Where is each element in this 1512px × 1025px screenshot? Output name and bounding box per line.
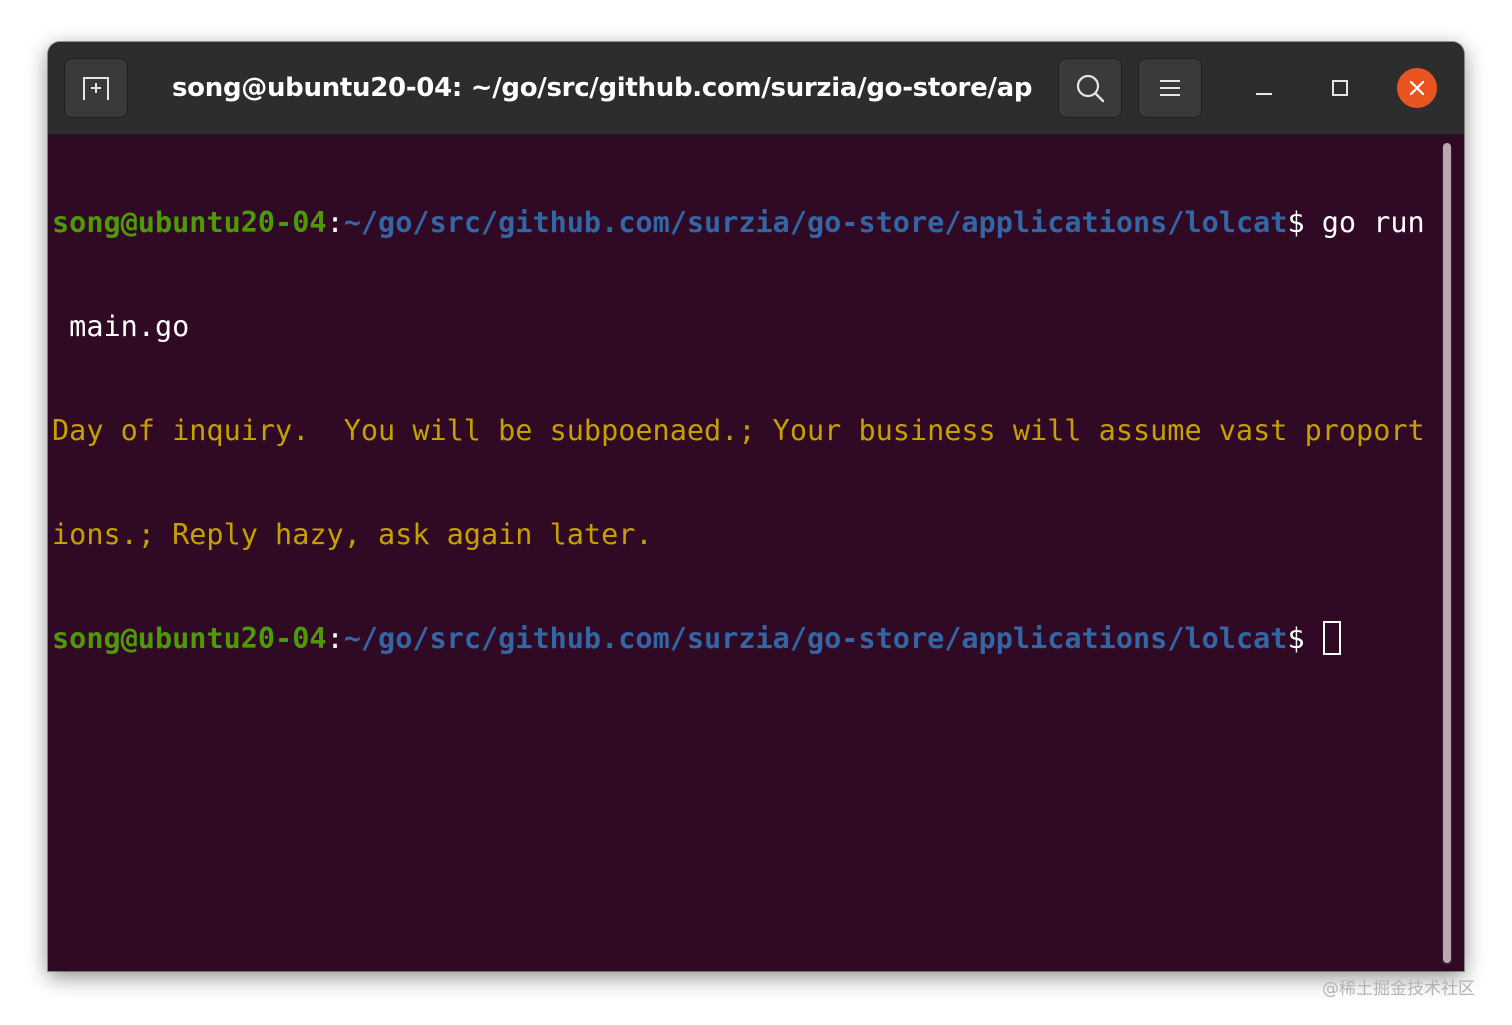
prompt-line: song@ubuntu20-04:~/go/src/github.com/sur…	[52, 621, 1442, 656]
output-line: Day of inquiry. You will be subpoenaed.;…	[52, 413, 1425, 447]
new-tab-button[interactable]	[64, 58, 128, 118]
search-button[interactable]	[1058, 58, 1122, 118]
window-title: song@ubuntu20-04: ~/go/src/github.com/su…	[172, 73, 1032, 103]
new-tab-icon	[83, 77, 109, 100]
close-icon	[1409, 80, 1425, 96]
prompt-line: song@ubuntu20-04:~/go/src/github.com/sur…	[52, 206, 1442, 241]
output-line: ions.; Reply hazy, ask again later.	[52, 517, 653, 551]
menu-button[interactable]	[1138, 58, 1202, 118]
command-text: go run	[1304, 206, 1425, 240]
minimize-button[interactable]	[1244, 68, 1284, 108]
text-cursor	[1322, 621, 1341, 656]
close-button[interactable]	[1397, 68, 1437, 108]
terminal-area[interactable]: song@ubuntu20-04:~/go/src/github.com/sur…	[48, 135, 1464, 971]
title-bar: song@ubuntu20-04: ~/go/src/github.com/su…	[48, 42, 1464, 135]
prompt-user: song@ubuntu20-04	[52, 622, 327, 656]
terminal-window: song@ubuntu20-04: ~/go/src/github.com/su…	[48, 42, 1464, 971]
watermark: @稀土掘金技术社区	[1322, 979, 1475, 999]
prompt-colon: :	[326, 206, 344, 240]
scrollbar-thumb[interactable]	[1443, 143, 1451, 963]
hamburger-menu-icon	[1160, 80, 1180, 96]
minimize-icon	[1256, 93, 1272, 95]
prompt-path: ~/go/src/github.com/surzia/go-store/appl…	[343, 622, 1288, 656]
search-icon	[1076, 74, 1105, 103]
prompt-path: ~/go/src/github.com/surzia/go-store/appl…	[343, 206, 1288, 240]
command-continuation: main.go	[52, 309, 190, 343]
maximize-button[interactable]	[1320, 68, 1360, 108]
prompt-user: song@ubuntu20-04	[52, 206, 327, 240]
prompt-colon: :	[326, 622, 344, 656]
vertical-scrollbar[interactable]	[1442, 143, 1452, 965]
maximize-icon	[1332, 80, 1348, 96]
prompt-dollar: $	[1287, 622, 1305, 656]
terminal-output: song@ubuntu20-04:~/go/src/github.com/sur…	[52, 137, 1442, 725]
prompt-dollar: $	[1287, 206, 1305, 240]
